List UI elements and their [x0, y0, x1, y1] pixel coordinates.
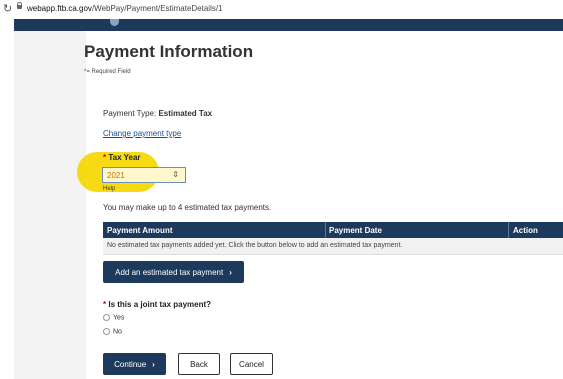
payments-table-header: Payment Amount Payment Date Action [103, 222, 563, 238]
site-header [14, 19, 563, 31]
select-updown-icon: ⇕ [172, 170, 179, 179]
add-estimated-payment-button[interactable]: Add an estimated tax payment › [103, 261, 244, 283]
column-action: Action [513, 226, 538, 235]
column-payment-date: Payment Date [329, 226, 382, 235]
estimated-payments-info: You may make up to 4 estimated tax payme… [103, 203, 272, 212]
back-button[interactable]: Back [178, 353, 220, 375]
chevron-right-icon: › [229, 267, 232, 277]
url-field[interactable]: webapp.ftb.ca.gov/WebPay/Payment/Estimat… [27, 4, 223, 13]
continue-button[interactable]: Continue › [103, 353, 166, 375]
payment-type-value: Estimated Tax [158, 109, 213, 118]
radio-circle-icon [103, 314, 110, 321]
tax-year-label: * Tax Year [103, 153, 141, 162]
joint-payment-label-text: Is this a joint tax payment? [108, 300, 212, 309]
tax-year-select[interactable]: 2021 ⇕ [102, 167, 186, 183]
column-divider [508, 222, 509, 238]
required-star: * [103, 153, 107, 162]
tax-year-value: 2021 [107, 171, 125, 180]
radio-circle-icon [103, 328, 110, 335]
empty-table-message: No estimated tax payments added yet. Cli… [107, 242, 403, 249]
joint-yes-radio[interactable]: Yes [103, 314, 124, 321]
url-path: /WebPay/Payment/EstimateDetails/1 [91, 4, 223, 13]
joint-payment-label: * Is this a joint tax payment? [103, 300, 211, 309]
radio-no-label: No [113, 328, 122, 336]
continue-label: Continue [114, 359, 147, 369]
column-payment-amount: Payment Amount [107, 226, 173, 235]
add-button-label: Add an estimated tax payment [115, 267, 224, 277]
joint-no-radio[interactable]: No [103, 328, 122, 335]
column-divider [325, 222, 326, 238]
payment-type-label: Payment Type: [103, 109, 159, 118]
help-link[interactable]: Help [103, 186, 115, 192]
browser-address-bar: ↻ webapp.ftb.ca.gov/WebPay/Payment/Estim… [0, 0, 563, 19]
change-payment-type-link[interactable]: Change payment type [103, 129, 181, 138]
page-title: Payment Information [84, 42, 254, 61]
lock-icon[interactable] [17, 2, 22, 9]
required-star: * [103, 300, 107, 309]
required-note-text: = Required Field [86, 69, 131, 75]
required-field-note: *= Required Field [84, 69, 131, 75]
chevron-right-icon: › [152, 359, 155, 369]
payment-type: Payment Type: Estimated Tax [103, 109, 212, 118]
table-row: No estimated tax payments added yet. Cli… [103, 238, 563, 255]
reload-icon[interactable]: ↻ [3, 2, 12, 15]
radio-yes-label: Yes [113, 314, 125, 322]
tax-year-label-text: Tax Year [108, 153, 141, 162]
url-host: webapp.ftb.ca.gov [27, 4, 92, 13]
cancel-button[interactable]: Cancel [230, 353, 273, 375]
